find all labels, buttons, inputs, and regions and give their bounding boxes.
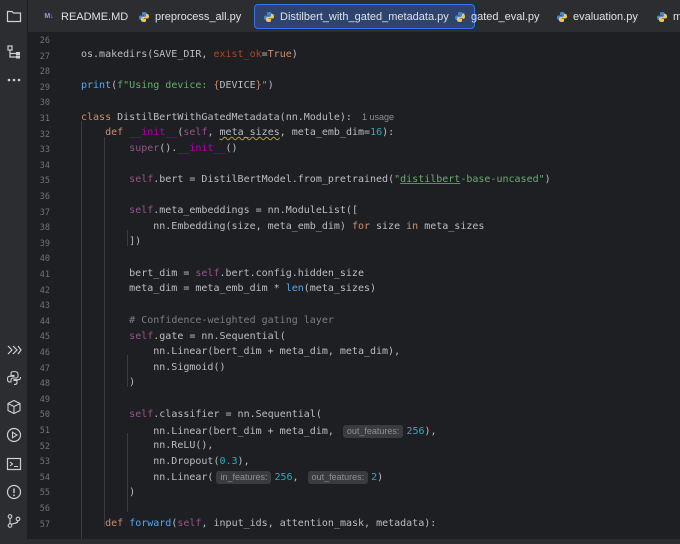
code-line-51: nn.Linear(bert_dim + meta_dim, out_featu…: [81, 425, 437, 438]
line-number: 33: [39, 145, 50, 156]
python-icon: [656, 11, 668, 23]
editor-tabs: M↓ README.MD preprocess_all.py Distilber…: [28, 0, 680, 33]
code-line-41: bert_dim = self.bert.config.hidden_size: [81, 268, 364, 279]
code-line-52: nn.ReLU(),: [81, 440, 214, 451]
code-line-42: meta_dim = meta_emb_dim * len(meta_sizes…: [81, 283, 377, 294]
line-number: 37: [39, 207, 50, 218]
line-number: 57: [39, 519, 50, 530]
structure-icon[interactable]: [4, 42, 24, 62]
run-icon[interactable]: [4, 425, 24, 445]
line-number: 53: [39, 457, 50, 468]
code-editor[interactable]: 26 27 28 29 30 31 32 33 34 35 36 37 38 39 40 41 42 43 44 45…: [28, 33, 680, 544]
line-number: 41: [39, 270, 50, 280]
line-number: 29: [39, 82, 50, 93]
code-line-54: nn.Linear(in_features: 256, out_features:…: [81, 471, 384, 484]
line-number: 51: [39, 426, 50, 436]
line-number: 45: [39, 332, 50, 343]
code-line-39: ]): [81, 236, 142, 247]
line-number: 31: [39, 114, 50, 124]
tab-readme[interactable]: M↓ README.MD: [34, 4, 136, 29]
problems-icon[interactable]: [4, 482, 24, 502]
line-number: 43: [39, 301, 50, 312]
code-line-57: def forward(self, input_ids, attention_m…: [105, 518, 437, 529]
line-number: 47: [39, 363, 50, 374]
parameter-hint: in_features:: [216, 471, 272, 484]
code-area[interactable]: os.makedirs(SAVE_DIR, exist_ok=True) pri…: [81, 33, 680, 544]
code-line-31: class DistilBertWithGatedMetadata(nn.Mod…: [81, 112, 394, 123]
tab-preprocess-all[interactable]: preprocess_all.py: [130, 4, 249, 29]
code-line-47: nn.Sigmoid(): [81, 362, 226, 373]
services-icon[interactable]: [4, 340, 24, 360]
line-number: 52: [39, 441, 50, 452]
python-icon: [454, 11, 466, 23]
code-line-48: ): [81, 377, 136, 388]
python-icon: [556, 11, 568, 23]
line-number: 56: [39, 504, 50, 514]
line-number: 46: [39, 348, 50, 358]
code-line-33: super().__init__(): [129, 143, 238, 154]
code-line-32: def __init__(self, meta_sizes, meta_emb_…: [105, 127, 395, 138]
line-number: 55: [39, 488, 50, 499]
line-number-gutter: 26 27 28 29 30 31 32 33 34 35 36 37 38 39 40 41 42 43 44 45…: [28, 33, 72, 544]
line-number: 39: [39, 238, 50, 249]
line-number: 34: [39, 160, 50, 171]
code-line-55: ): [81, 487, 136, 498]
line-number: 28: [39, 67, 50, 78]
line-number: 40: [39, 254, 50, 265]
code-line-50: self.classifier = nn.Sequential(: [129, 409, 322, 420]
git-icon[interactable]: [4, 511, 24, 531]
code-line-44: # Confidence-weighted gating layer: [129, 315, 334, 326]
terminal-icon[interactable]: [4, 454, 24, 474]
python-console-icon[interactable]: [4, 368, 24, 388]
markdown-icon: M↓: [44, 13, 54, 20]
tab-gated-eval[interactable]: gated_eval.py: [446, 4, 548, 29]
status-bar: [0, 539, 680, 544]
line-number: 36: [39, 192, 50, 202]
line-number: 30: [39, 98, 50, 109]
more-icon[interactable]: [4, 70, 24, 90]
line-number: 42: [39, 285, 50, 296]
line-number: 26: [39, 36, 50, 46]
code-line-38: nn.Embedding(size, meta_emb_dim) for siz…: [81, 221, 485, 232]
line-number: 38: [39, 223, 50, 234]
tab-distilbert-gated-metadata[interactable]: Distilbert_with_gated_metadata.py ✕: [254, 4, 475, 29]
tab-overflow[interactable]: m: [648, 4, 680, 29]
line-number: 50: [39, 410, 50, 421]
python-icon: [263, 11, 275, 23]
activity-bar: [0, 0, 28, 544]
parameter-hint: out_features:: [342, 425, 404, 438]
line-number: 49: [39, 394, 50, 405]
line-number: 35: [39, 176, 50, 187]
folder-icon[interactable]: [4, 6, 24, 26]
line-number: 27: [39, 51, 50, 62]
code-line-53: nn.Dropout(0.3),: [81, 456, 250, 467]
code-line-27: os.makedirs(SAVE_DIR, exist_ok=True): [81, 49, 298, 60]
code-line-46: nn.Linear(bert_dim + meta_dim, meta_dim)…: [81, 346, 401, 357]
packages-icon[interactable]: [4, 397, 24, 417]
python-icon: [138, 11, 150, 23]
code-line-35: self.bert = DistilBertModel.from_pretrai…: [129, 174, 551, 185]
line-number: 32: [39, 129, 50, 140]
usage-hint[interactable]: 1 usage: [362, 112, 394, 122]
line-number: 44: [39, 316, 50, 327]
line-number: 48: [39, 379, 50, 390]
code-line-29: print(f"Using device: {DEVICE}"): [81, 80, 274, 91]
code-line-45: self.gate = nn.Sequential(: [129, 331, 286, 342]
parameter-hint: out_features:: [307, 471, 369, 484]
tab-evaluation[interactable]: evaluation.py: [548, 4, 646, 29]
code-line-37: self.meta_embeddings = nn.ModuleList([: [129, 205, 358, 216]
line-number: 54: [39, 472, 50, 483]
